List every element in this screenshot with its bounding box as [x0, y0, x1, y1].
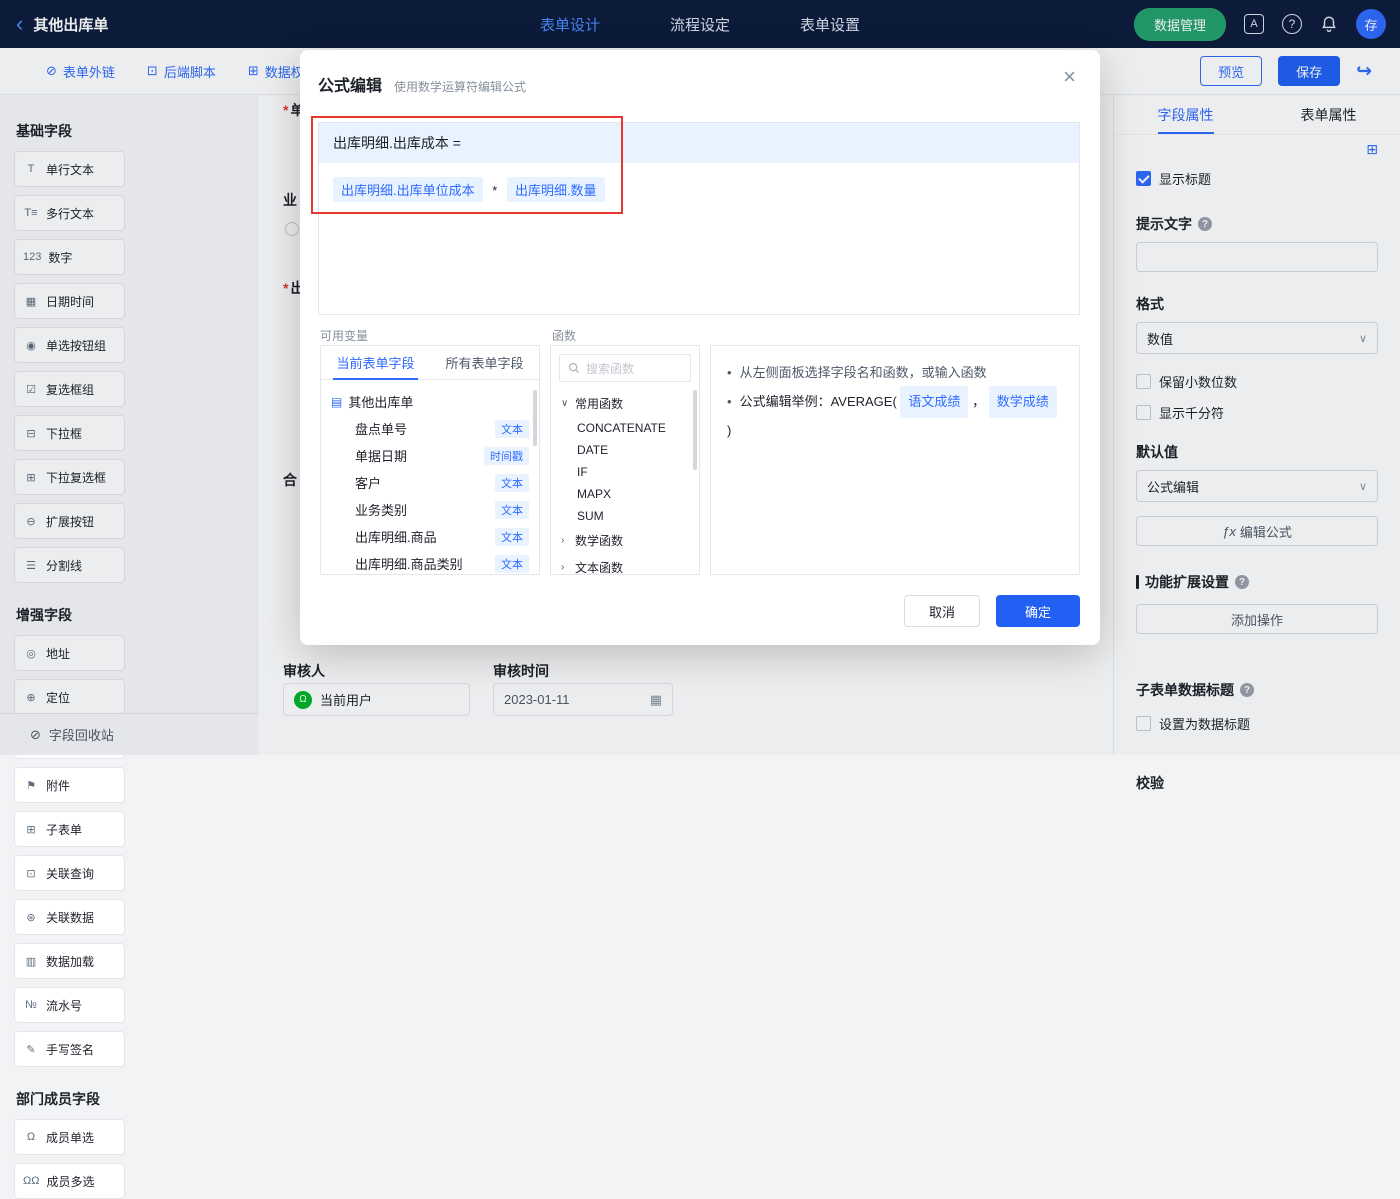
- search-placeholder: 搜索函数: [586, 361, 635, 376]
- formula-editor[interactable]: 出库明细.出库成本 = 出库明细.出库单位成本 * 出库明细.数量: [318, 122, 1080, 315]
- tab-current-form-fields[interactable]: 当前表单字段: [321, 346, 430, 380]
- field-item-label: 手写签名: [46, 1042, 95, 1057]
- variables-label: 可用变量: [320, 329, 369, 343]
- field-item-label: 数据加载: [46, 954, 95, 969]
- function-group-common[interactable]: ∨ 常用函数: [551, 390, 699, 417]
- type-tag: 文本: [495, 554, 529, 573]
- type-tag: 文本: [495, 500, 529, 519]
- variable-row[interactable]: 客户 文本: [321, 469, 539, 496]
- formula-target: 出库明细.出库成本 =: [319, 123, 1079, 163]
- modal-title: 公式编辑: [318, 78, 383, 95]
- function-item[interactable]: MAPX: [551, 483, 699, 505]
- linked-data-icon: ⊛: [26, 911, 36, 924]
- field-item-data-load[interactable]: ▥ 数据加载: [14, 943, 125, 979]
- example-field-chip: 数学成绩: [988, 386, 1057, 418]
- formula-edit-modal: 公式编辑 使用数学运算符编辑公式 × 出库明细.出库成本 = 出库明细.出库单位…: [300, 50, 1100, 645]
- signature-icon: ✎: [26, 1043, 36, 1056]
- variable-row[interactable]: 盘点单号 文本: [321, 415, 539, 442]
- member-single-icon: Ω: [26, 1131, 36, 1143]
- subform-icon: ⊞: [26, 823, 36, 836]
- type-tag: 文本: [495, 419, 529, 438]
- field-item-label: 成员单选: [46, 1130, 95, 1145]
- data-load-icon: ▥: [25, 955, 37, 968]
- field-item-linked-data[interactable]: ⊛ 关联数据: [14, 899, 125, 935]
- help-line-2: • 公式编辑举例：AVERAGE( 语文成绩 ， 数学成绩 ): [727, 386, 1063, 444]
- variable-row[interactable]: 出库明细.商品类别 文本: [321, 550, 539, 574]
- serial-number-icon: №: [25, 999, 37, 1011]
- type-tag: 文本: [495, 473, 529, 492]
- field-item-member-single[interactable]: Ω 成员单选: [14, 1119, 125, 1155]
- chevron-down-icon: ∨: [561, 398, 569, 409]
- field-item-signature[interactable]: ✎ 手写签名: [14, 1031, 125, 1067]
- variable-row[interactable]: 业务类别 文本: [321, 496, 539, 523]
- attachment-icon: ⚑: [26, 779, 36, 792]
- help-line-1: • 从左侧面板选择字段名和函数，或输入函数: [727, 365, 987, 380]
- field-item-serial-number[interactable]: № 流水号: [14, 987, 125, 1023]
- chevron-right-icon: ›: [561, 562, 565, 573]
- function-group-math[interactable]: › 数学函数: [551, 527, 699, 554]
- type-tag: 时间戳: [484, 446, 529, 465]
- field-item-label: 流水号: [46, 998, 83, 1013]
- functions-label: 函数: [552, 329, 577, 343]
- field-item-member-multi[interactable]: ΩΩ 成员多选: [14, 1163, 125, 1199]
- function-item[interactable]: CONCATENATE: [551, 417, 699, 439]
- example-field-chip: 语文成绩: [900, 386, 969, 418]
- field-item-subform[interactable]: ⊞ 子表单: [14, 811, 125, 847]
- function-item[interactable]: DATE: [551, 439, 699, 461]
- field-item-label: 附件: [46, 778, 71, 793]
- formula-field-chip[interactable]: 出库明细.数量: [506, 177, 605, 202]
- modal-subtitle: 使用数学运算符编辑公式: [394, 80, 527, 94]
- function-group-text[interactable]: › 文本函数: [551, 554, 699, 574]
- tree-root-label: 其他出库单: [348, 395, 414, 410]
- member-multi-icon: ΩΩ: [23, 1175, 40, 1187]
- variable-row[interactable]: 出库明细.商品 文本: [321, 523, 539, 550]
- variables-panel: 当前表单字段 所有表单字段 ▤ 其他出库单 盘点单号 文本 单据日期 时间戳 客户文…: [320, 345, 540, 575]
- function-search-input[interactable]: 搜索函数: [559, 354, 691, 382]
- chevron-right-icon: ›: [561, 535, 565, 546]
- field-item-label: 子表单: [46, 822, 83, 837]
- field-item-attachment[interactable]: ⚑ 附件: [14, 767, 125, 803]
- tab-all-form-fields[interactable]: 所有表单字段: [430, 346, 539, 379]
- linked-query-icon: ⊡: [26, 867, 36, 880]
- field-item-linked-query[interactable]: ⊡ 关联查询: [14, 855, 125, 891]
- cancel-button[interactable]: 取消: [904, 595, 980, 627]
- field-item-label: 关联查询: [46, 866, 95, 881]
- section-title-members: 部门成员字段: [16, 1091, 100, 1107]
- form-doc-icon: ▤: [331, 394, 343, 409]
- field-item-label: 关联数据: [46, 910, 95, 925]
- close-icon[interactable]: ×: [1063, 66, 1076, 88]
- variable-row[interactable]: 单据日期 时间戳: [321, 442, 539, 469]
- formula-operator: *: [492, 183, 498, 198]
- scrollbar[interactable]: [693, 390, 697, 470]
- type-tag: 文本: [495, 527, 529, 546]
- field-item-label: 成员多选: [46, 1174, 95, 1189]
- validation-title: 校验: [1136, 775, 1164, 791]
- tree-root-form[interactable]: ▤ 其他出库单: [321, 388, 539, 415]
- function-item[interactable]: IF: [551, 461, 699, 483]
- formula-help-panel: • 从左侧面板选择字段名和函数，或输入函数 • 公式编辑举例：AVERAGE( 语文…: [710, 345, 1080, 575]
- formula-field-chip[interactable]: 出库明细.出库单位成本: [333, 177, 483, 202]
- search-icon: [568, 362, 580, 374]
- functions-panel: 搜索函数 ∨ 常用函数 CONCATENATE DATE IF MAPX SUM…: [550, 345, 700, 575]
- scrollbar[interactable]: [533, 390, 537, 446]
- function-item[interactable]: SUM: [551, 505, 699, 527]
- confirm-button[interactable]: 确定: [996, 595, 1080, 627]
